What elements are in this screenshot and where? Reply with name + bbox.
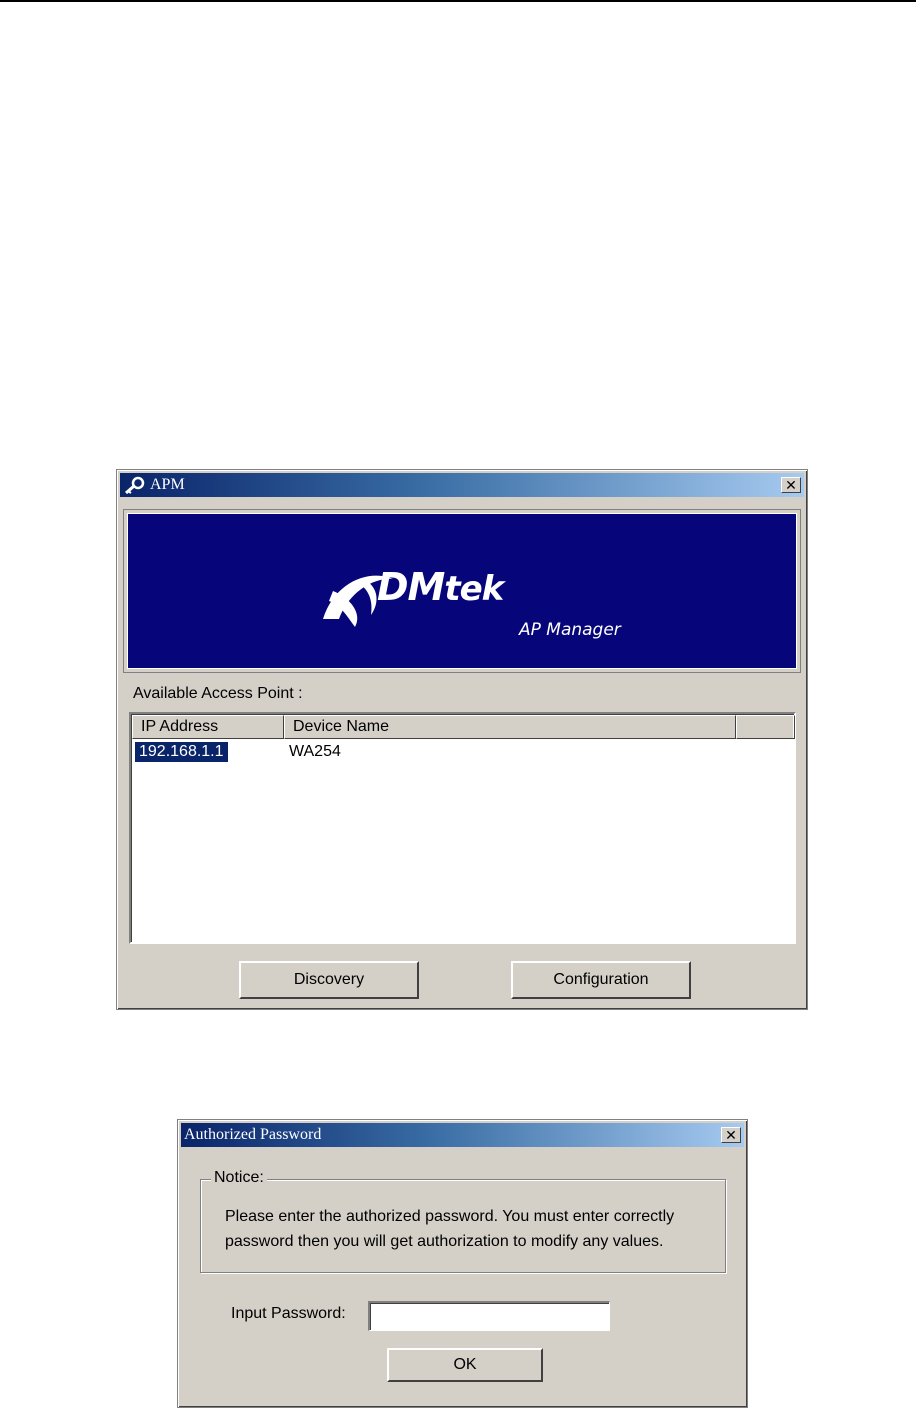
password-title-bar[interactable]: Authorized Password ✕ [181, 1123, 744, 1147]
available-access-point-label: Available Access Point : [133, 685, 303, 702]
table-row[interactable]: 192.168.1.1 WA254 [131, 741, 794, 764]
password-input[interactable] [368, 1301, 610, 1331]
notice-group: Notice: Please enter the authorized pass… [200, 1169, 726, 1273]
key-icon [124, 476, 146, 502]
brand-subtitle: AP Manager [519, 620, 621, 640]
brand-wordmark: DMtek [339, 565, 504, 609]
cell-ip-address[interactable]: 192.168.1.1 [134, 741, 229, 763]
column-header-device-name[interactable]: Device Name [284, 715, 736, 739]
brand-lower: tek [444, 569, 504, 609]
password-dialog-title: Authorized Password [184, 1126, 322, 1143]
discovery-button[interactable]: Discovery [239, 961, 419, 999]
brand-upper: DM [377, 565, 445, 609]
access-point-list[interactable]: IP Address Device Name 192.168.1.1 WA254 [129, 712, 796, 944]
column-header-extra[interactable] [736, 715, 795, 739]
page-top-rule [0, 0, 916, 2]
input-password-label: Input Password: [231, 1305, 346, 1322]
list-header: IP Address Device Name [132, 715, 795, 739]
close-icon[interactable]: ✕ [781, 477, 801, 494]
cell-device-name[interactable]: WA254 [289, 742, 341, 762]
notice-text: Please enter the authorized password. Yo… [225, 1208, 675, 1250]
configuration-button[interactable]: Configuration [511, 961, 691, 999]
column-header-ip-address[interactable]: IP Address [132, 715, 284, 739]
authorized-password-dialog: Authorized Password ✕ Notice: Please ent… [177, 1119, 748, 1408]
apm-window: APM ✕ DMtek AP Manager Available Access … [116, 469, 808, 1010]
apm-title: APM [150, 476, 185, 493]
ok-button[interactable]: OK [387, 1348, 543, 1382]
admtek-banner: DMtek AP Manager [124, 510, 800, 672]
close-icon[interactable]: ✕ [721, 1127, 741, 1144]
notice-legend: Notice: [211, 1169, 267, 1187]
apm-title-bar[interactable]: APM ✕ [120, 473, 804, 497]
